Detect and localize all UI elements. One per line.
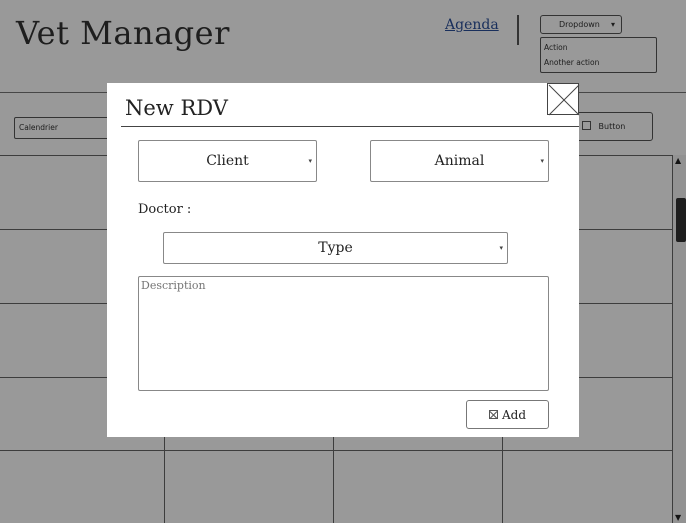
add-button[interactable]: Add	[466, 400, 549, 429]
close-icon	[548, 84, 580, 116]
modal-title: New RDV	[125, 96, 228, 120]
checkbox-icon	[488, 410, 498, 419]
type-select[interactable]: Type ▾	[163, 232, 508, 264]
type-select-value: Type	[318, 240, 353, 256]
animal-select[interactable]: Animal ▾	[370, 140, 549, 182]
description-field[interactable]	[138, 276, 549, 391]
chevron-down-icon: ▾	[499, 244, 503, 252]
chevron-down-icon: ▾	[308, 157, 312, 165]
modal-title-divider	[121, 126, 579, 127]
new-rdv-modal: New RDV Client ▾ Animal ▾ Doctor : Type …	[107, 83, 580, 437]
close-button[interactable]	[547, 83, 580, 116]
chevron-down-icon: ▾	[540, 157, 544, 165]
add-button-label: Add	[501, 407, 527, 422]
doctor-label: Doctor :	[138, 202, 192, 217]
client-select[interactable]: Client ▾	[138, 140, 317, 182]
animal-select-value: Animal	[434, 153, 485, 169]
vet-manager-page: Vet Manager Agenda Dropdown ▾ Action Ano…	[0, 0, 686, 523]
client-select-value: Client	[206, 153, 249, 169]
